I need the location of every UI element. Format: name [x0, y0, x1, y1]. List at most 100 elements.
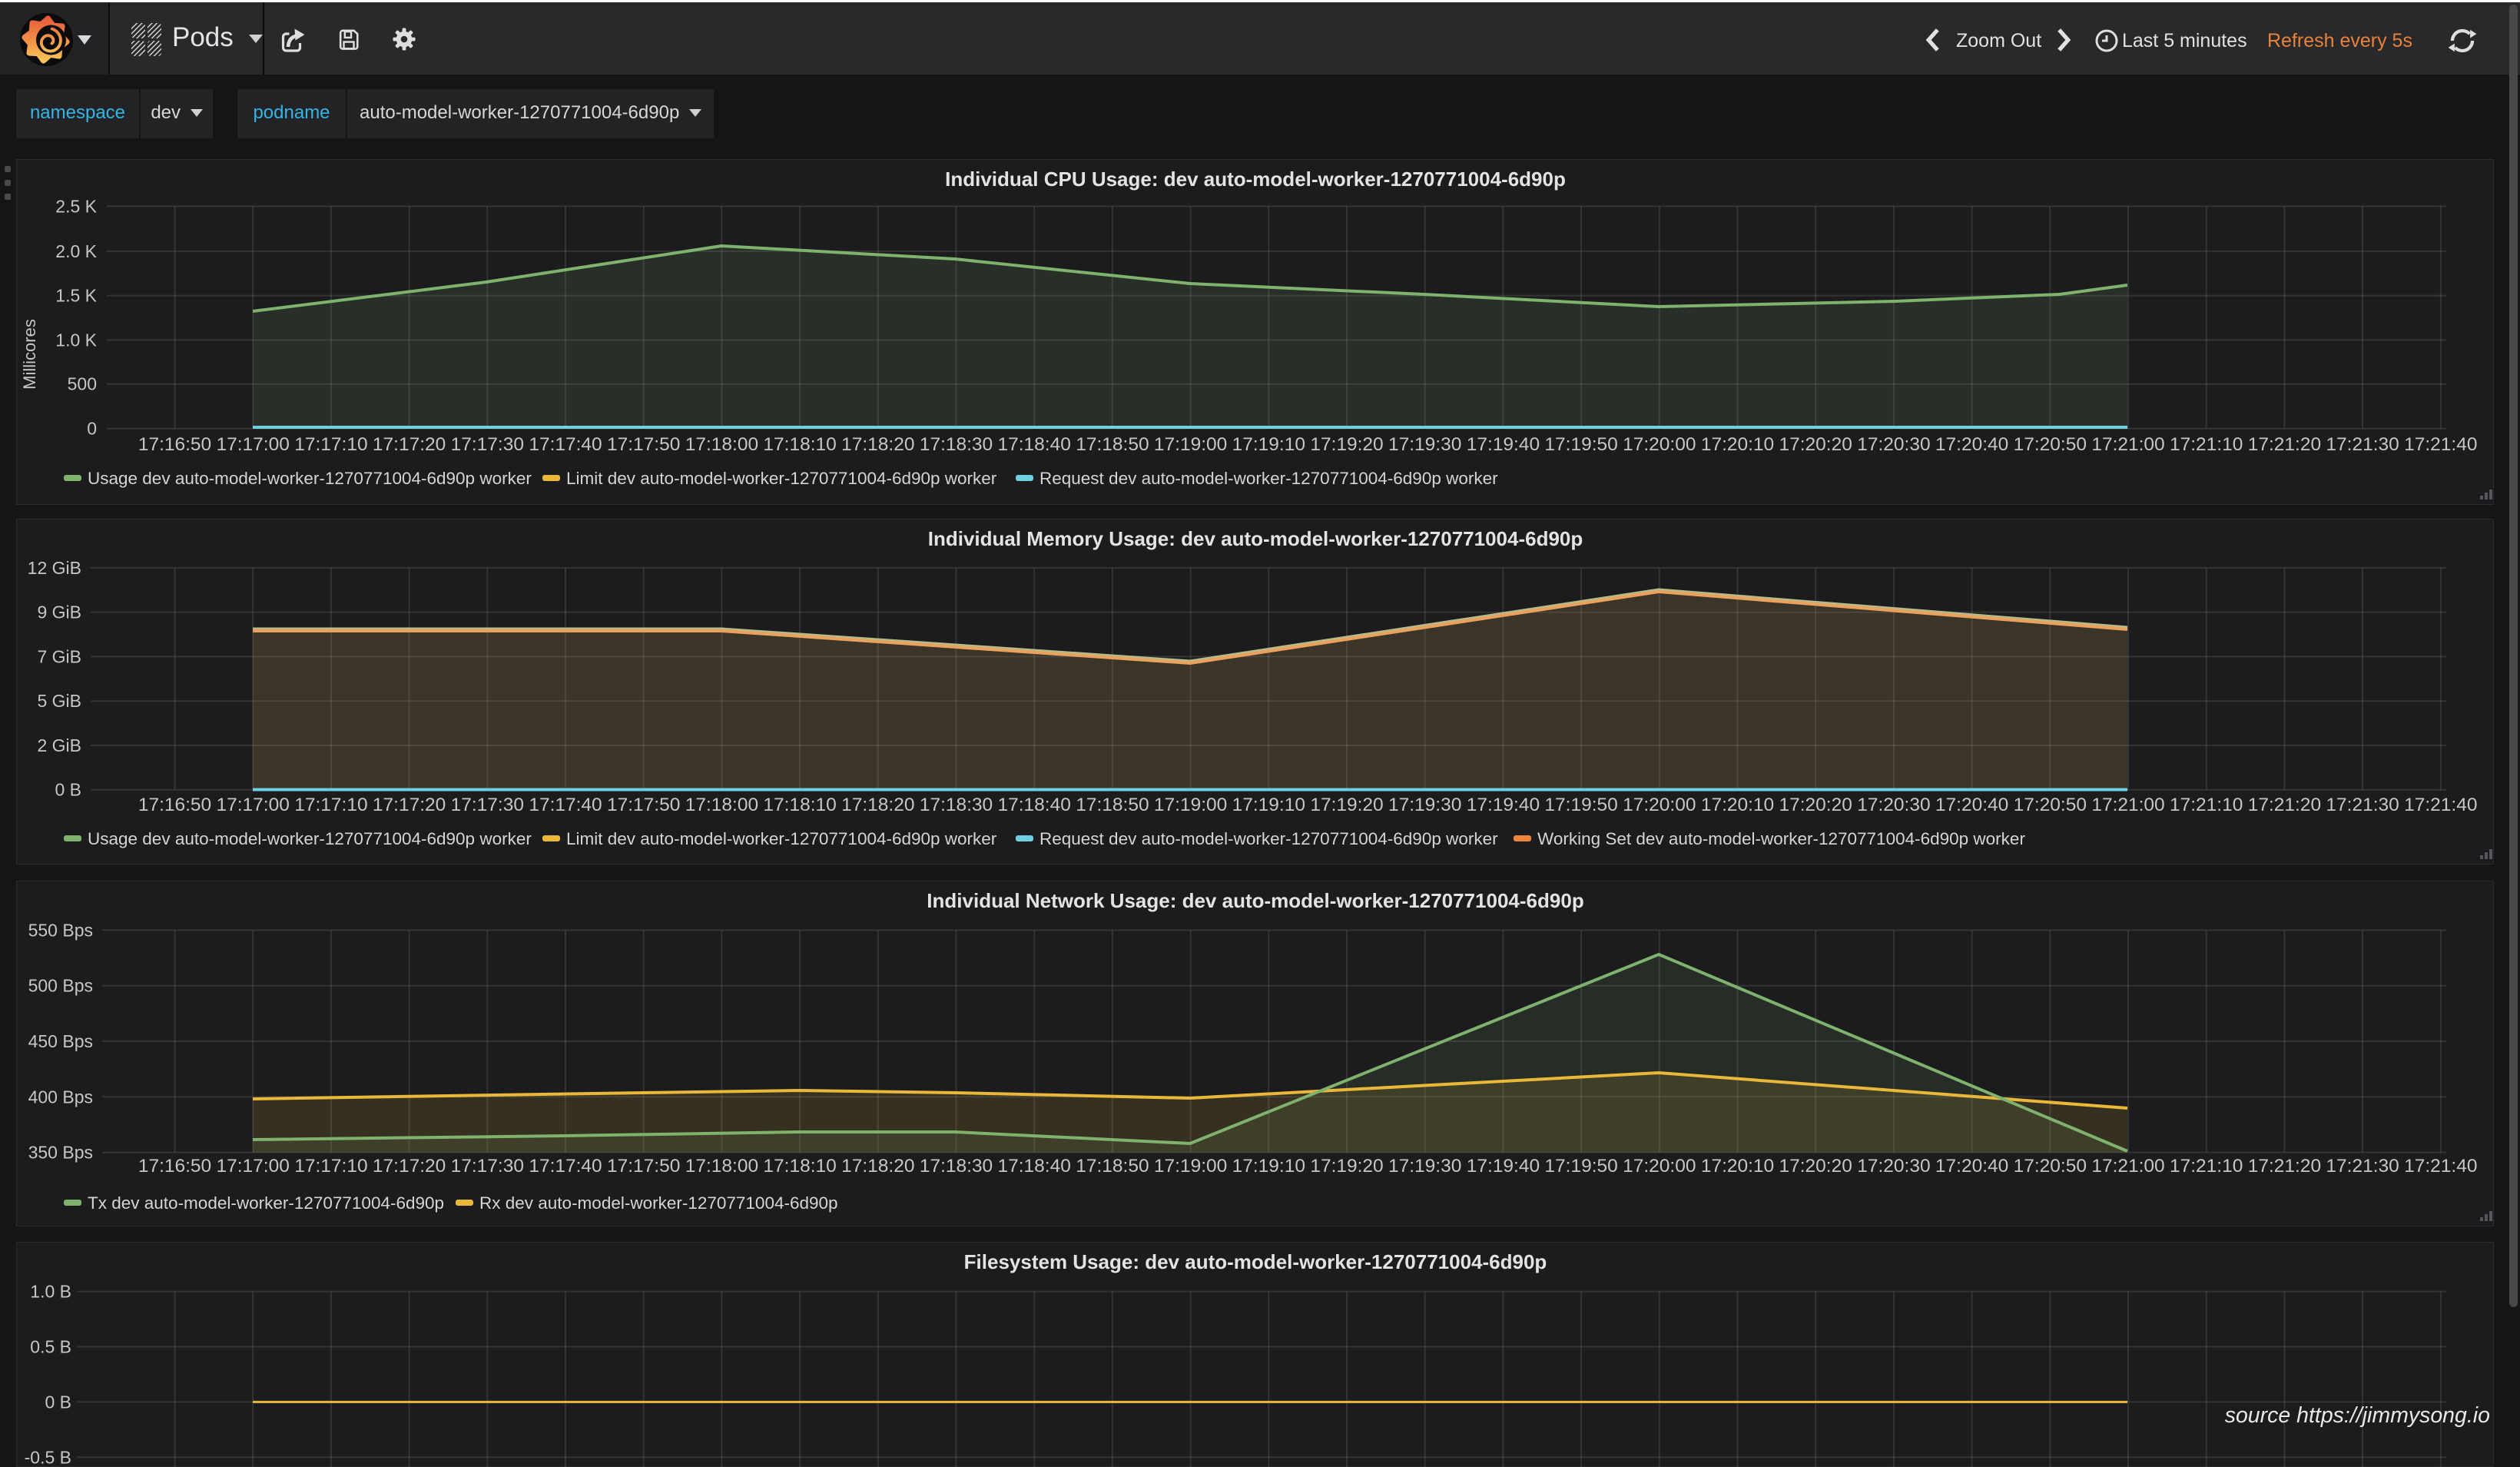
svg-text:1.0 K: 1.0 K	[55, 330, 97, 350]
svg-text:17:21:20: 17:21:20	[2248, 795, 2321, 815]
svg-text:17:21:40: 17:21:40	[2404, 434, 2477, 455]
svg-text:17:19:10: 17:19:10	[1232, 1156, 1305, 1177]
svg-text:400 Bps: 400 Bps	[28, 1087, 93, 1107]
svg-text:17:21:20: 17:21:20	[2248, 434, 2321, 455]
svg-text:17:20:20: 17:20:20	[1779, 795, 1852, 815]
svg-text:17:18:50: 17:18:50	[1076, 795, 1149, 815]
svg-text:Limit dev auto-model-worker-12: Limit dev auto-model-worker-1270771004-6…	[566, 829, 997, 848]
svg-text:17:20:40: 17:20:40	[1935, 1156, 2008, 1177]
svg-text:17:18:10: 17:18:10	[763, 434, 836, 455]
svg-text:17:19:50: 17:19:50	[1544, 1156, 1617, 1177]
svg-text:17:17:40: 17:17:40	[529, 1156, 602, 1177]
svg-text:17:17:40: 17:17:40	[529, 434, 602, 455]
svg-text:17:18:40: 17:18:40	[998, 795, 1071, 815]
svg-text:17:18:20: 17:18:20	[841, 795, 914, 815]
svg-text:17:17:00: 17:17:00	[217, 1156, 290, 1177]
svg-text:17:21:10: 17:21:10	[2170, 795, 2243, 815]
svg-text:17:21:30: 17:21:30	[2326, 795, 2399, 815]
svg-text:0 B: 0 B	[45, 1392, 71, 1412]
svg-text:17:21:40: 17:21:40	[2404, 1156, 2477, 1177]
svg-text:Limit dev auto-model-worker-12: Limit dev auto-model-worker-1270771004-6…	[566, 469, 997, 488]
svg-text:17:21:00: 17:21:00	[2091, 795, 2164, 815]
svg-text:17:16:50: 17:16:50	[138, 795, 211, 815]
svg-text:17:18:50: 17:18:50	[1076, 434, 1149, 455]
svg-text:17:19:50: 17:19:50	[1544, 434, 1617, 455]
svg-text:17:16:50: 17:16:50	[138, 434, 211, 455]
svg-text:1.0 B: 1.0 B	[30, 1282, 71, 1302]
svg-text:17:19:20: 17:19:20	[1310, 434, 1383, 455]
svg-text:2 GiB: 2 GiB	[37, 735, 81, 755]
svg-text:17:19:00: 17:19:00	[1154, 795, 1227, 815]
svg-text:17:17:50: 17:17:50	[607, 795, 680, 815]
svg-text:17:19:50: 17:19:50	[1544, 795, 1617, 815]
svg-text:17:21:10: 17:21:10	[2170, 1156, 2243, 1177]
svg-text:17:19:30: 17:19:30	[1388, 434, 1461, 455]
svg-text:17:18:40: 17:18:40	[998, 434, 1071, 455]
svg-text:17:18:10: 17:18:10	[763, 795, 836, 815]
svg-text:17:21:00: 17:21:00	[2091, 434, 2164, 455]
svg-text:500: 500	[68, 374, 97, 394]
svg-text:350 Bps: 350 Bps	[28, 1143, 93, 1163]
svg-text:2.0 K: 2.0 K	[55, 241, 97, 261]
svg-text:17:18:10: 17:18:10	[763, 1156, 836, 1177]
svg-text:17:17:10: 17:17:10	[294, 1156, 367, 1177]
svg-text:17:20:50: 17:20:50	[2014, 1156, 2087, 1177]
svg-text:17:19:10: 17:19:10	[1232, 795, 1305, 815]
svg-text:17:20:20: 17:20:20	[1779, 1156, 1852, 1177]
svg-text:source https://jimmysong.io: source https://jimmysong.io	[2225, 1403, 2490, 1428]
svg-text:5 GiB: 5 GiB	[37, 691, 81, 711]
svg-text:17:20:10: 17:20:10	[1701, 795, 1774, 815]
svg-text:17:18:00: 17:18:00	[685, 1156, 758, 1177]
svg-text:17:20:40: 17:20:40	[1935, 434, 2008, 455]
svg-text:-0.5 B: -0.5 B	[25, 1447, 71, 1467]
svg-text:Filesystem Usage: dev auto-mod: Filesystem Usage: dev auto-model-worker-…	[964, 1250, 1547, 1273]
svg-text:17:20:30: 17:20:30	[1857, 434, 1930, 455]
svg-text:Individual CPU Usage: dev auto: Individual CPU Usage: dev auto-model-wor…	[945, 168, 1566, 191]
svg-text:17:18:30: 17:18:30	[920, 1156, 993, 1177]
svg-text:17:17:30: 17:17:30	[451, 795, 524, 815]
svg-text:17:20:40: 17:20:40	[1935, 795, 2008, 815]
svg-text:17:18:00: 17:18:00	[685, 434, 758, 455]
svg-text:Usage dev auto-model-worker-12: Usage dev auto-model-worker-1270771004-6…	[88, 829, 532, 848]
svg-text:17:21:00: 17:21:00	[2091, 1156, 2164, 1177]
svg-text:17:20:30: 17:20:30	[1857, 1156, 1930, 1177]
svg-text:12 GiB: 12 GiB	[28, 558, 81, 578]
svg-text:Tx dev auto-model-worker-12707: Tx dev auto-model-worker-1270771004-6d90…	[88, 1193, 444, 1213]
svg-text:17:20:30: 17:20:30	[1857, 795, 1930, 815]
svg-text:17:20:10: 17:20:10	[1701, 1156, 1774, 1177]
svg-text:17:19:00: 17:19:00	[1154, 1156, 1227, 1177]
svg-text:17:17:30: 17:17:30	[451, 1156, 524, 1177]
svg-text:17:20:50: 17:20:50	[2014, 795, 2087, 815]
svg-text:17:17:50: 17:17:50	[607, 1156, 680, 1177]
svg-text:17:19:20: 17:19:20	[1310, 795, 1383, 815]
svg-text:17:17:00: 17:17:00	[217, 434, 290, 455]
svg-text:Usage dev auto-model-worker-12: Usage dev auto-model-worker-1270771004-6…	[88, 469, 532, 488]
svg-text:17:17:20: 17:17:20	[373, 1156, 446, 1177]
svg-text:17:19:20: 17:19:20	[1310, 1156, 1383, 1177]
svg-text:500 Bps: 500 Bps	[28, 976, 93, 996]
svg-text:17:18:30: 17:18:30	[920, 434, 993, 455]
svg-text:Working Set dev auto-model-wor: Working Set dev auto-model-worker-127077…	[1537, 829, 2025, 848]
svg-text:Millicores: Millicores	[20, 319, 39, 390]
svg-text:9 GiB: 9 GiB	[37, 602, 81, 622]
svg-text:450 Bps: 450 Bps	[28, 1031, 93, 1051]
svg-text:17:17:10: 17:17:10	[294, 434, 367, 455]
svg-text:17:21:30: 17:21:30	[2326, 434, 2399, 455]
svg-text:17:20:50: 17:20:50	[2014, 434, 2087, 455]
svg-text:0.5 B: 0.5 B	[30, 1337, 71, 1357]
svg-text:17:21:30: 17:21:30	[2326, 1156, 2399, 1177]
svg-text:17:20:00: 17:20:00	[1623, 434, 1696, 455]
svg-text:17:19:40: 17:19:40	[1467, 795, 1540, 815]
svg-text:17:17:20: 17:17:20	[373, 434, 446, 455]
svg-text:17:19:40: 17:19:40	[1467, 434, 1540, 455]
svg-text:17:19:40: 17:19:40	[1467, 1156, 1540, 1177]
svg-text:17:20:00: 17:20:00	[1623, 795, 1696, 815]
svg-text:17:19:00: 17:19:00	[1154, 434, 1227, 455]
svg-text:0: 0	[87, 419, 97, 439]
svg-text:2.5 K: 2.5 K	[55, 196, 97, 216]
svg-text:17:19:10: 17:19:10	[1232, 434, 1305, 455]
svg-text:17:18:20: 17:18:20	[841, 1156, 914, 1177]
svg-text:17:19:30: 17:19:30	[1388, 1156, 1461, 1177]
svg-text:17:17:20: 17:17:20	[373, 795, 446, 815]
svg-text:17:20:10: 17:20:10	[1701, 434, 1774, 455]
